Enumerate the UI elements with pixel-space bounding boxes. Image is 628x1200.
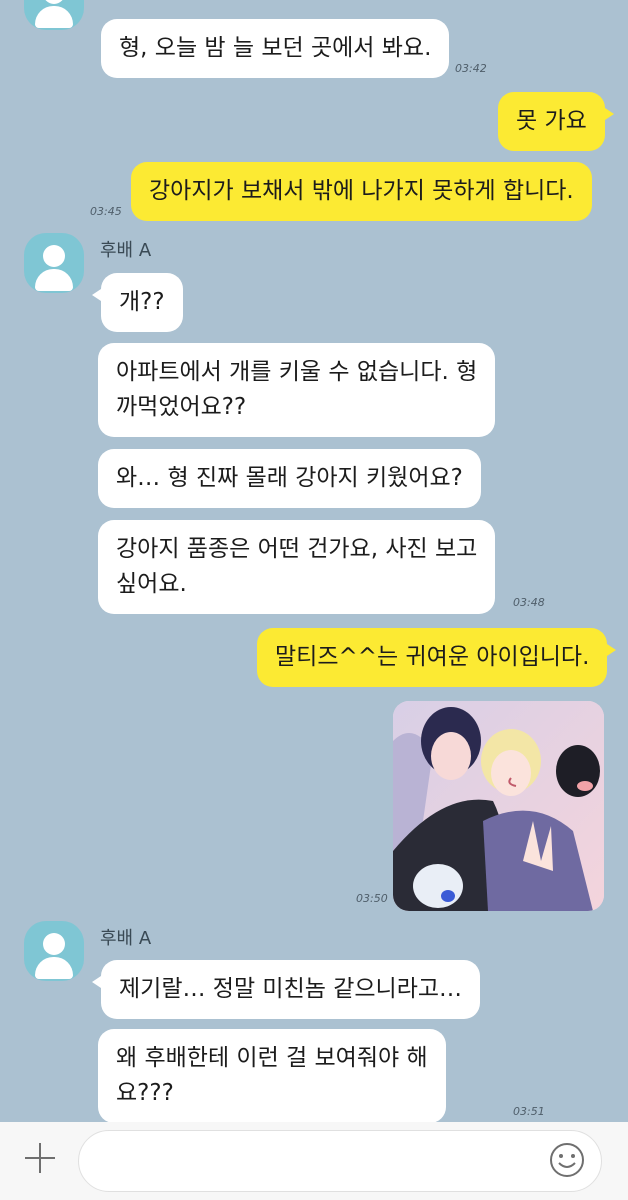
message-time: 03:50: [356, 892, 388, 905]
message-bubble-incoming: 강아지 품종은 어떤 건가요, 사진 보고 싶어요.: [98, 520, 496, 614]
message-time: 03:48: [513, 596, 545, 609]
plus-icon[interactable]: [22, 1140, 58, 1176]
message-bubble-incoming: 제기랄… 정말 미친놈 같으니라고…: [91, 960, 481, 1019]
emoji-icon[interactable]: [548, 1141, 586, 1179]
message-time: 03:51: [513, 1105, 545, 1118]
message-bubble-incoming: 아파트에서 개를 키울 수 없습니다. 형 까먹었어요??: [98, 343, 496, 437]
message-bubble-incoming: 형, 오늘 밤 늘 보던 곳에서 봐요.: [101, 19, 450, 78]
message-time: 03:45: [90, 205, 122, 218]
message-bubble-outgoing: 못 가요: [498, 92, 614, 151]
photo-illustration: [393, 701, 604, 911]
message-bubble-incoming: 개??: [92, 273, 183, 332]
message-bubble-incoming: 와… 형 진짜 몰래 강아지 키웠어요?: [98, 449, 481, 508]
message-bubble-outgoing: 강아지가 보채서 밖에 나가지 못하게 합니다.: [131, 162, 592, 221]
message-input[interactable]: [78, 1130, 602, 1192]
sender-name: 후배 A: [100, 928, 152, 949]
avatar-icon[interactable]: [24, 233, 84, 293]
avatar-icon[interactable]: [24, 0, 84, 30]
avatar-icon[interactable]: [24, 921, 84, 981]
message-bubble-incoming: 왜 후배한테 이런 걸 보여줘야 해 요???: [98, 1029, 446, 1122]
sender-name: 후배 A: [100, 240, 152, 261]
message-time: 03:42: [455, 62, 487, 75]
message-input-bar: [0, 1122, 628, 1200]
shared-photo[interactable]: [393, 701, 604, 911]
chat-area[interactable]: 형, 오늘 밤 늘 보던 곳에서 봐요. 03:42 못 가요 강아지가 보채서…: [0, 0, 628, 1122]
message-bubble-outgoing: 말티즈^^는 귀여운 아이입니다.: [257, 628, 617, 687]
